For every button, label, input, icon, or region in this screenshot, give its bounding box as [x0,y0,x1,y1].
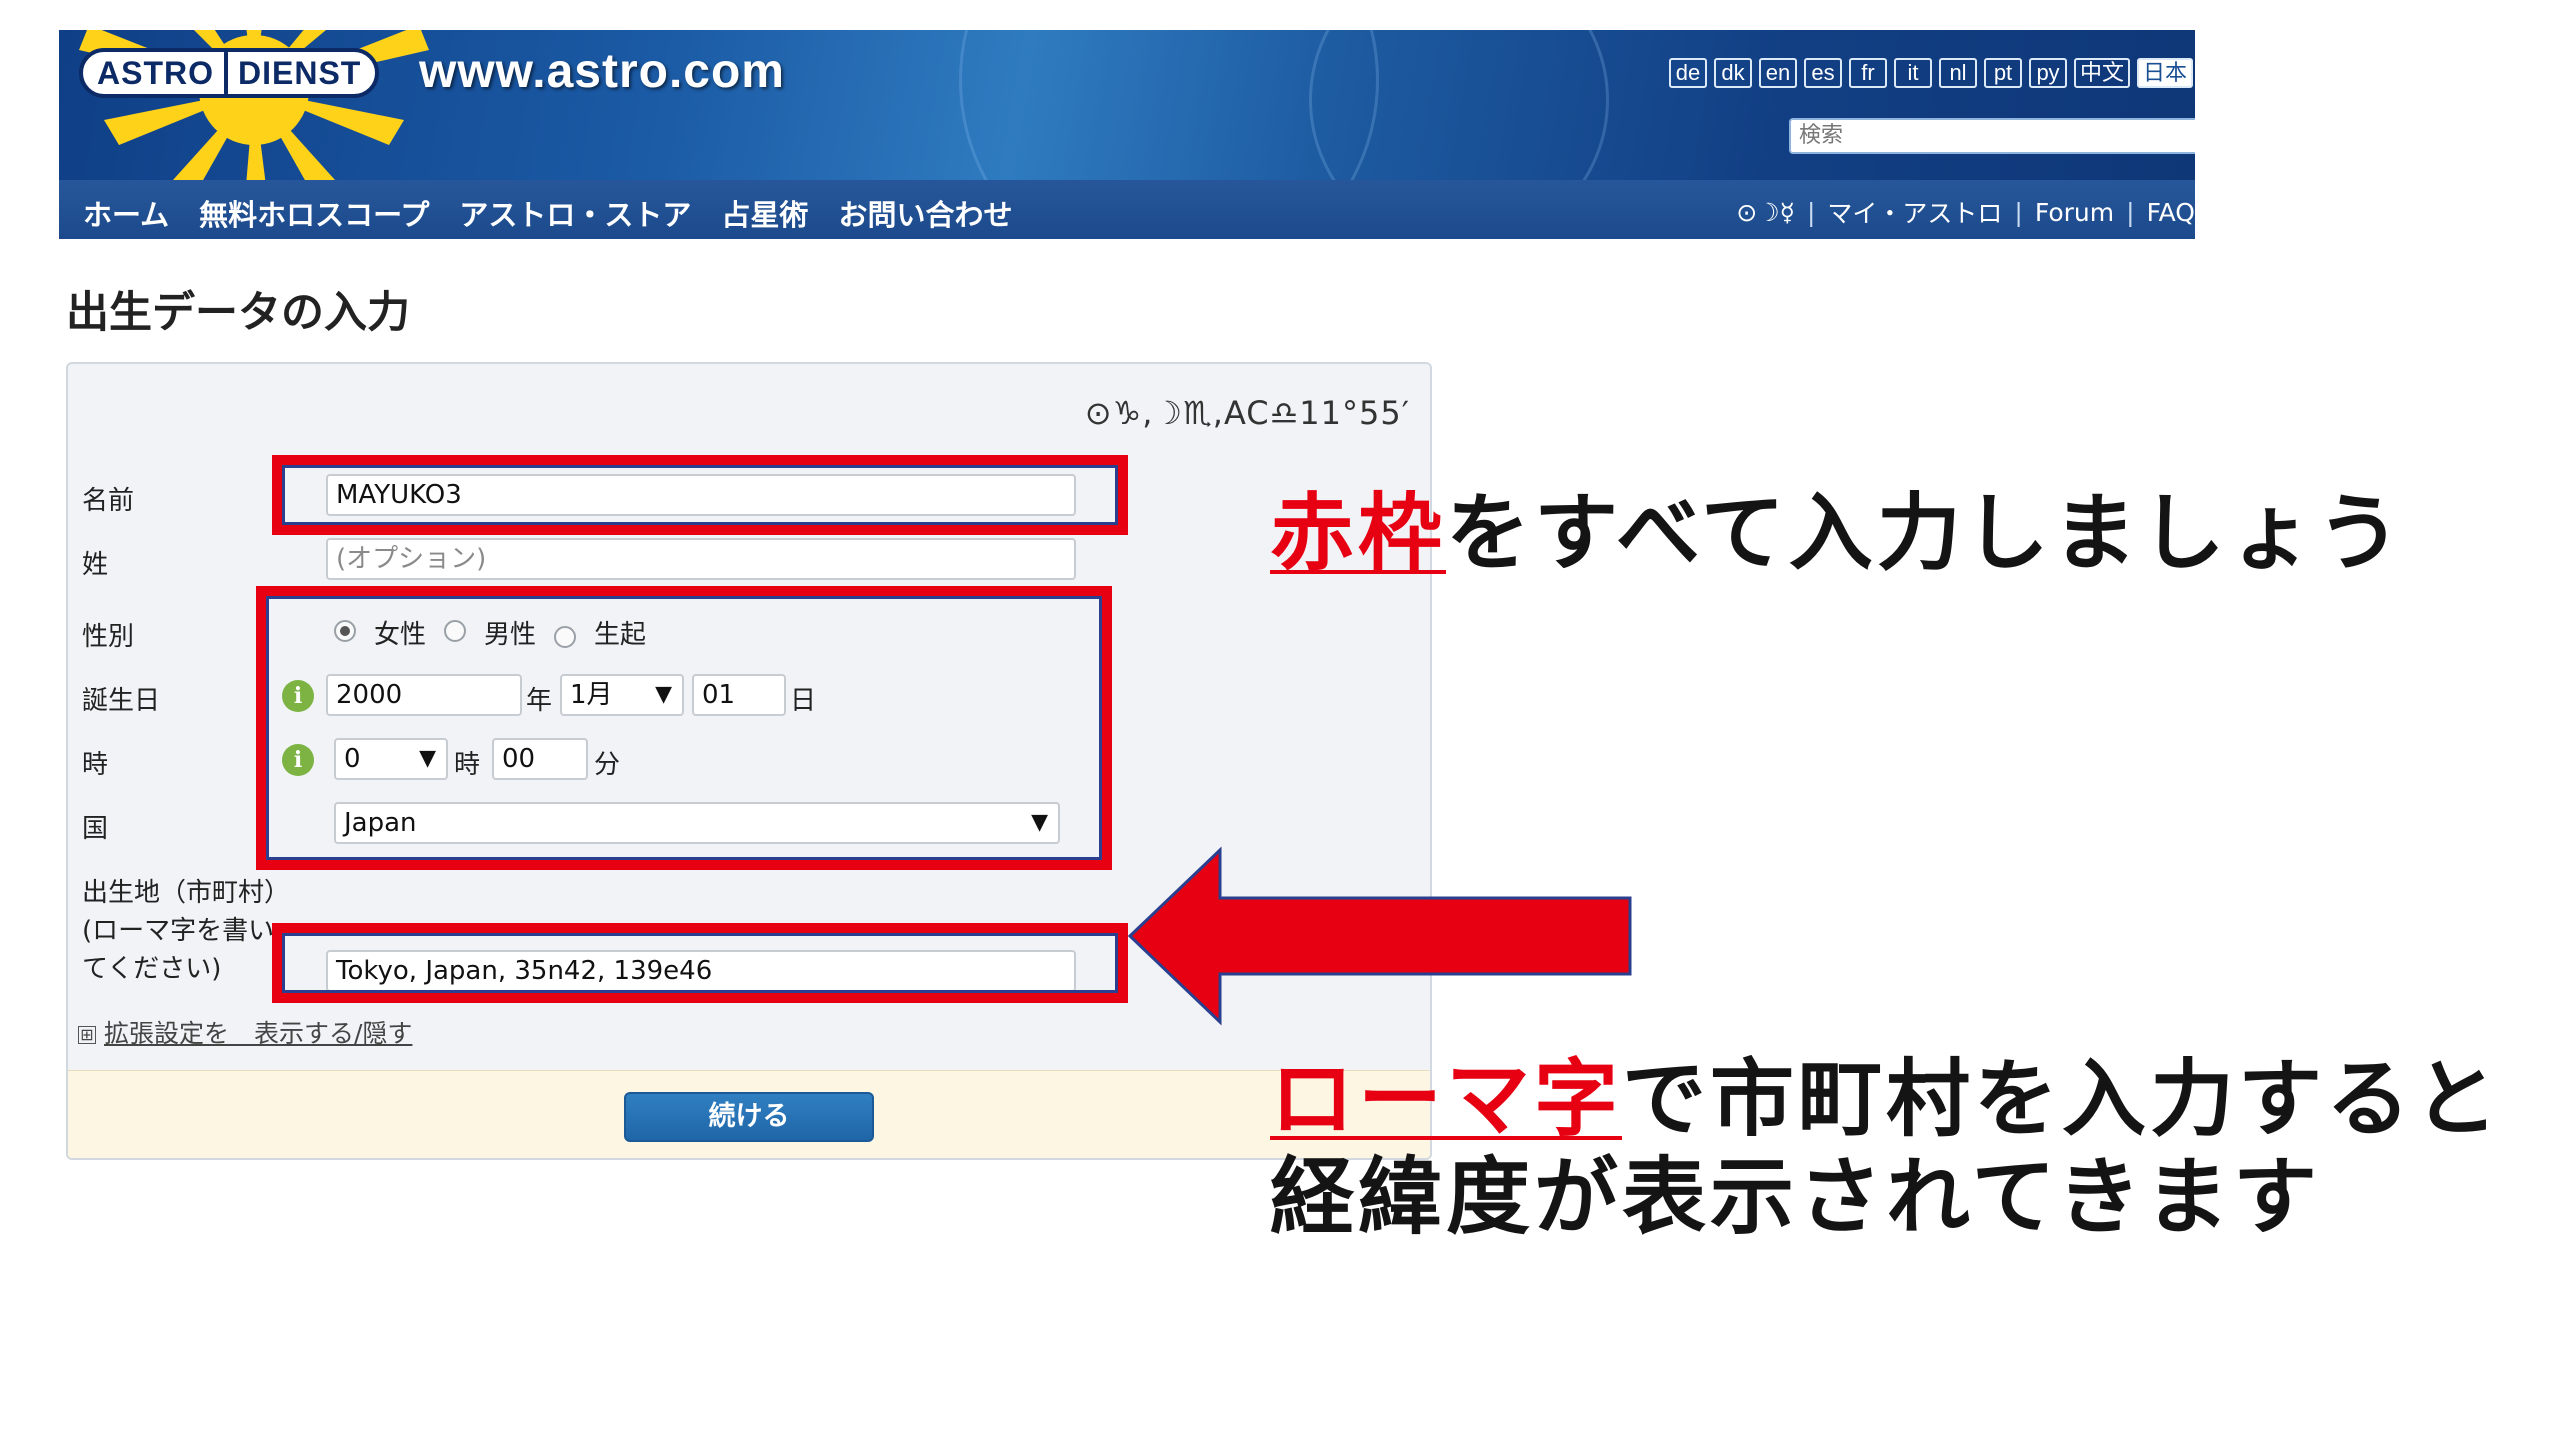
continue-button[interactable]: 続ける [624,1092,874,1142]
birthdate-label: 誕生日 [82,686,161,716]
nav-left-group: ホーム 無料ホロスコープ アストロ・ストア 占星術 お問い合わせ [83,192,1012,234]
highlight-frame-name [272,455,1128,535]
logo-text-astro: ASTRO [97,54,214,91]
nav-separator: | [1806,197,1816,227]
time-label: 時 [82,750,109,780]
surname-label: 姓 [82,550,109,580]
gender-label: 性別 [82,622,135,652]
page-title: 出生データの入力 [66,288,410,338]
annotation-latlong: 経緯度が表示されてきます [1270,1148,2321,1246]
language-button[interactable]: en [1759,58,1797,88]
country-label: 国 [82,814,109,844]
site-header: ASTRO DIENST www.astro.com de dk en es fr it n… [59,30,2195,180]
language-button[interactable]: fr [1849,58,1887,88]
nav-item[interactable]: お問い合わせ [838,192,1012,234]
nav-item[interactable]: Forum [2035,198,2114,227]
logo-divider [224,51,228,95]
logo-text-dienst: DIENST [238,54,362,91]
annotation-text-fill-all: をすべて入力しましょう [1446,484,2405,582]
nav-item[interactable]: ホーム [83,192,169,234]
expand-icon: ⊞ [78,1026,96,1044]
birthplace-label: 出生地（市町村）(ローマ字を書いてください) [82,878,278,984]
decorative-swirl [1309,30,1609,180]
annotation-fill-all: 赤枠をすべて入力しましょう [1270,466,2405,587]
astrodienst-logo[interactable]: ASTRO DIENST [79,48,380,98]
main-navigation: ホーム 無料ホロスコープ アストロ・ストア 占星術 お問い合わせ ⊙☽☿ | マイ・アストロ… [59,180,2195,239]
highlight-frame-details [256,586,1112,870]
planet-position-summary: ⊙♑,☽♏,AC♎11°55′ [1084,394,1410,432]
left-arrow-icon [1127,846,1632,1026]
language-button[interactable]: es [1804,58,1842,88]
nav-item[interactable]: ⊙☽☿ [1736,198,1795,227]
language-button[interactable]: 中文 [2074,58,2131,88]
language-button[interactable]: it [1894,58,1932,88]
site-url[interactable]: www.astro.com [419,44,785,99]
surname-input[interactable]: (オプション) [326,538,1076,580]
nav-separator: | [2126,197,2135,227]
highlight-frame-birthplace [272,923,1128,1003]
nav-item[interactable]: アストロ・ストア [459,192,691,234]
language-button[interactable]: 日本 [2137,58,2194,88]
language-selector: de dk en es fr it nl pt ру 中文 日本 [1669,58,2194,88]
language-button[interactable]: de [1669,58,1707,88]
nav-item[interactable]: マイ・アストロ [1827,194,2002,230]
nav-right-group: ⊙☽☿ | マイ・アストロ | Forum | FAQ [1736,194,2195,230]
nav-item[interactable]: FAQ [2147,198,2195,227]
language-button[interactable]: dk [1714,58,1752,88]
extended-settings-link[interactable]: 拡張設定を 表示する/隠す [104,1019,412,1048]
name-label: 名前 [82,486,135,516]
nav-separator: | [2014,197,2023,227]
language-button[interactable]: nl [1939,58,1977,88]
nav-item[interactable]: 無料ホロスコープ [199,192,429,234]
search-input[interactable]: 検索 [1789,118,2195,154]
annotation-highlight-red-frame: 赤枠 [1270,484,1447,582]
extended-settings-toggle[interactable]: ⊞ 拡張設定を 表示する/隠す [78,1014,412,1050]
language-button[interactable]: pt [1984,58,2022,88]
language-button[interactable]: ру [2029,58,2067,88]
nav-item[interactable]: 占星術 [721,192,808,234]
